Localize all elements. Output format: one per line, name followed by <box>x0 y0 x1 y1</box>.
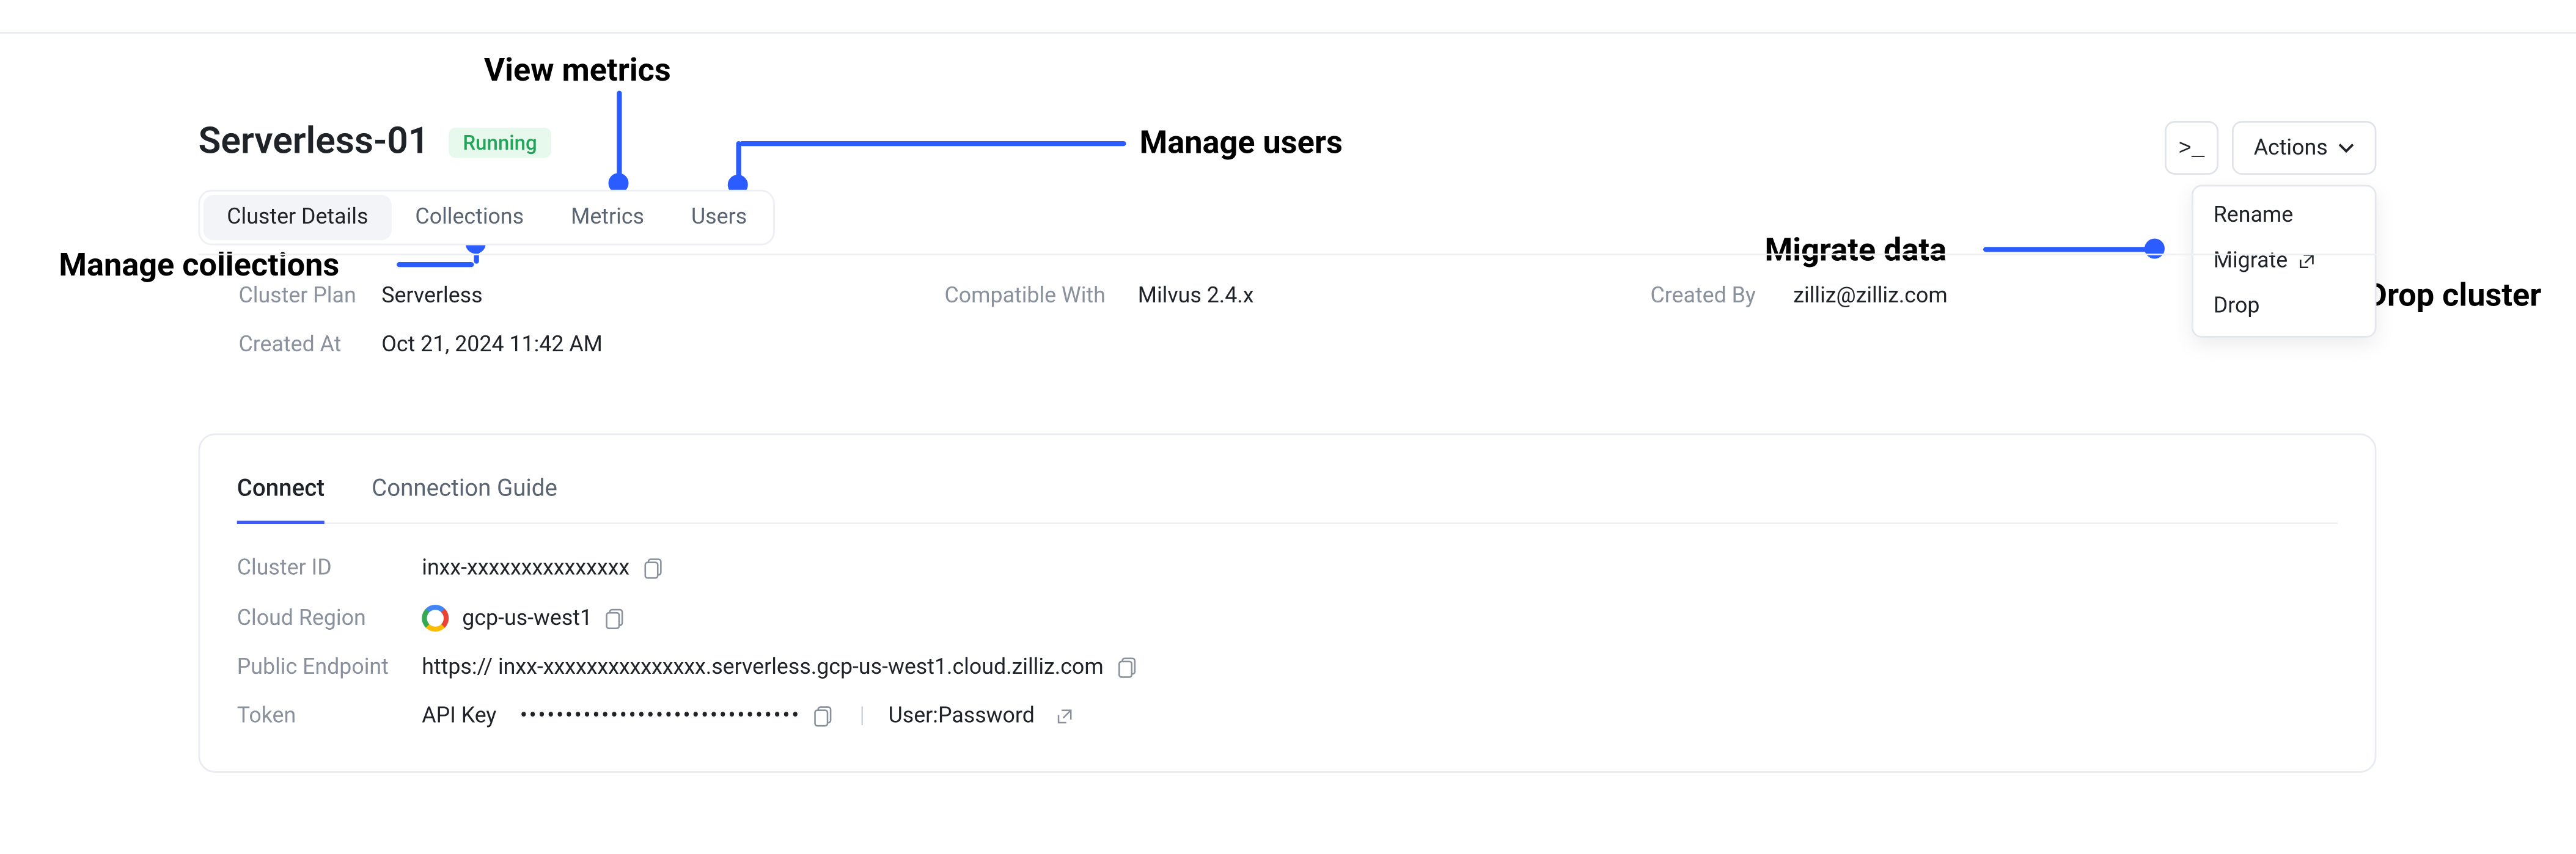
annotation-line <box>397 262 474 267</box>
info-created-by-label: Created By <box>1651 284 1777 309</box>
external-link-icon[interactable] <box>1055 707 1073 726</box>
chevron-down-icon <box>2338 139 2355 156</box>
actions-menu-rename[interactable]: Rename <box>2193 193 2375 238</box>
tab-cluster-details[interactable]: Cluster Details <box>204 195 392 240</box>
actions-button[interactable]: Actions <box>2232 121 2377 175</box>
gcp-icon <box>422 605 449 632</box>
menu-item-label: Migrate <box>2214 249 2288 274</box>
info-created-at-value: Oct 21, 2024 11:42 AM <box>381 333 603 358</box>
copy-icon[interactable] <box>1117 657 1139 679</box>
endpoint-label: Public Endpoint <box>237 655 405 681</box>
info-compatible-label: Compatible With <box>945 284 1121 309</box>
tab-users[interactable]: Users <box>667 195 770 240</box>
connect-tab-connect[interactable]: Connect <box>237 459 325 523</box>
top-divider <box>0 32 2576 34</box>
token-userpass: User:Password <box>889 704 1035 729</box>
connect-tabs: Connect Connection Guide <box>237 459 2338 524</box>
copy-icon[interactable] <box>814 706 836 728</box>
page-header: Serverless-01 Running >_ Actions Rename <box>199 121 2377 163</box>
annotation-line <box>1983 247 2151 252</box>
menu-item-label: Rename <box>2214 203 2293 228</box>
token-masked: ••••••••••••••••••••••••••••••• <box>520 704 801 729</box>
region-label: Cloud Region <box>237 605 405 630</box>
tab-metrics[interactable]: Metrics <box>548 195 668 240</box>
info-created-at-label: Created At <box>239 333 365 358</box>
separator: | <box>849 704 875 729</box>
terminal-button[interactable]: >_ <box>2165 121 2218 175</box>
connect-card: Connect Connection Guide Cluster ID inxx… <box>199 434 2377 773</box>
content-divider <box>199 254 2377 255</box>
info-plan-value: Serverless <box>381 284 482 309</box>
tab-collections[interactable]: Collections <box>392 195 548 240</box>
info-card: Cluster Plan Serverless Compatible With … <box>199 272 2377 370</box>
status-badge: Running <box>449 127 550 158</box>
info-plan-label: Cluster Plan <box>239 284 365 309</box>
cluster-id-value: inxx-xxxxxxxxxxxxxxx <box>422 556 629 581</box>
row-public-endpoint: Public Endpoint https:// inxx-xxxxxxxxxx… <box>237 643 2338 692</box>
info-compatible-value: Milvus 2.4.x <box>1138 284 1254 309</box>
token-label: Token <box>237 704 405 729</box>
annotation-dot <box>2145 239 2165 259</box>
row-cluster-id: Cluster ID inxx-xxxxxxxxxxxxxxx <box>237 544 2338 593</box>
annotation-migrate-data: Migrate data <box>1765 230 1947 269</box>
annotation-view-metrics: View metrics <box>484 51 671 89</box>
row-cloud-region: Cloud Region gcp-us-west1 <box>237 593 2338 644</box>
copy-icon[interactable] <box>643 558 665 580</box>
region-value: gcp-us-west1 <box>462 605 592 630</box>
info-created-by-value: zilliz@zilliz.com <box>1793 284 1947 309</box>
row-token: Token API Key ••••••••••••••••••••••••••… <box>237 692 2338 741</box>
cluster-name: Serverless-01 <box>199 121 430 163</box>
annotation-drop-cluster: Drop cluster <box>2366 276 2541 314</box>
copy-icon[interactable] <box>606 607 628 629</box>
actions-label: Actions <box>2254 135 2328 160</box>
connect-tab-guide[interactable]: Connection Guide <box>372 459 557 523</box>
header-actions: >_ Actions Rename Migrate <box>2165 121 2377 175</box>
main-tabs: Cluster Details Collections Metrics User… <box>199 190 776 246</box>
cluster-id-label: Cluster ID <box>237 556 405 581</box>
token-api-key-label: API Key <box>422 704 496 729</box>
terminal-icon: >_ <box>2178 135 2204 160</box>
endpoint-value: https:// inxx-xxxxxxxxxxxxxxx.serverless… <box>422 655 1103 681</box>
